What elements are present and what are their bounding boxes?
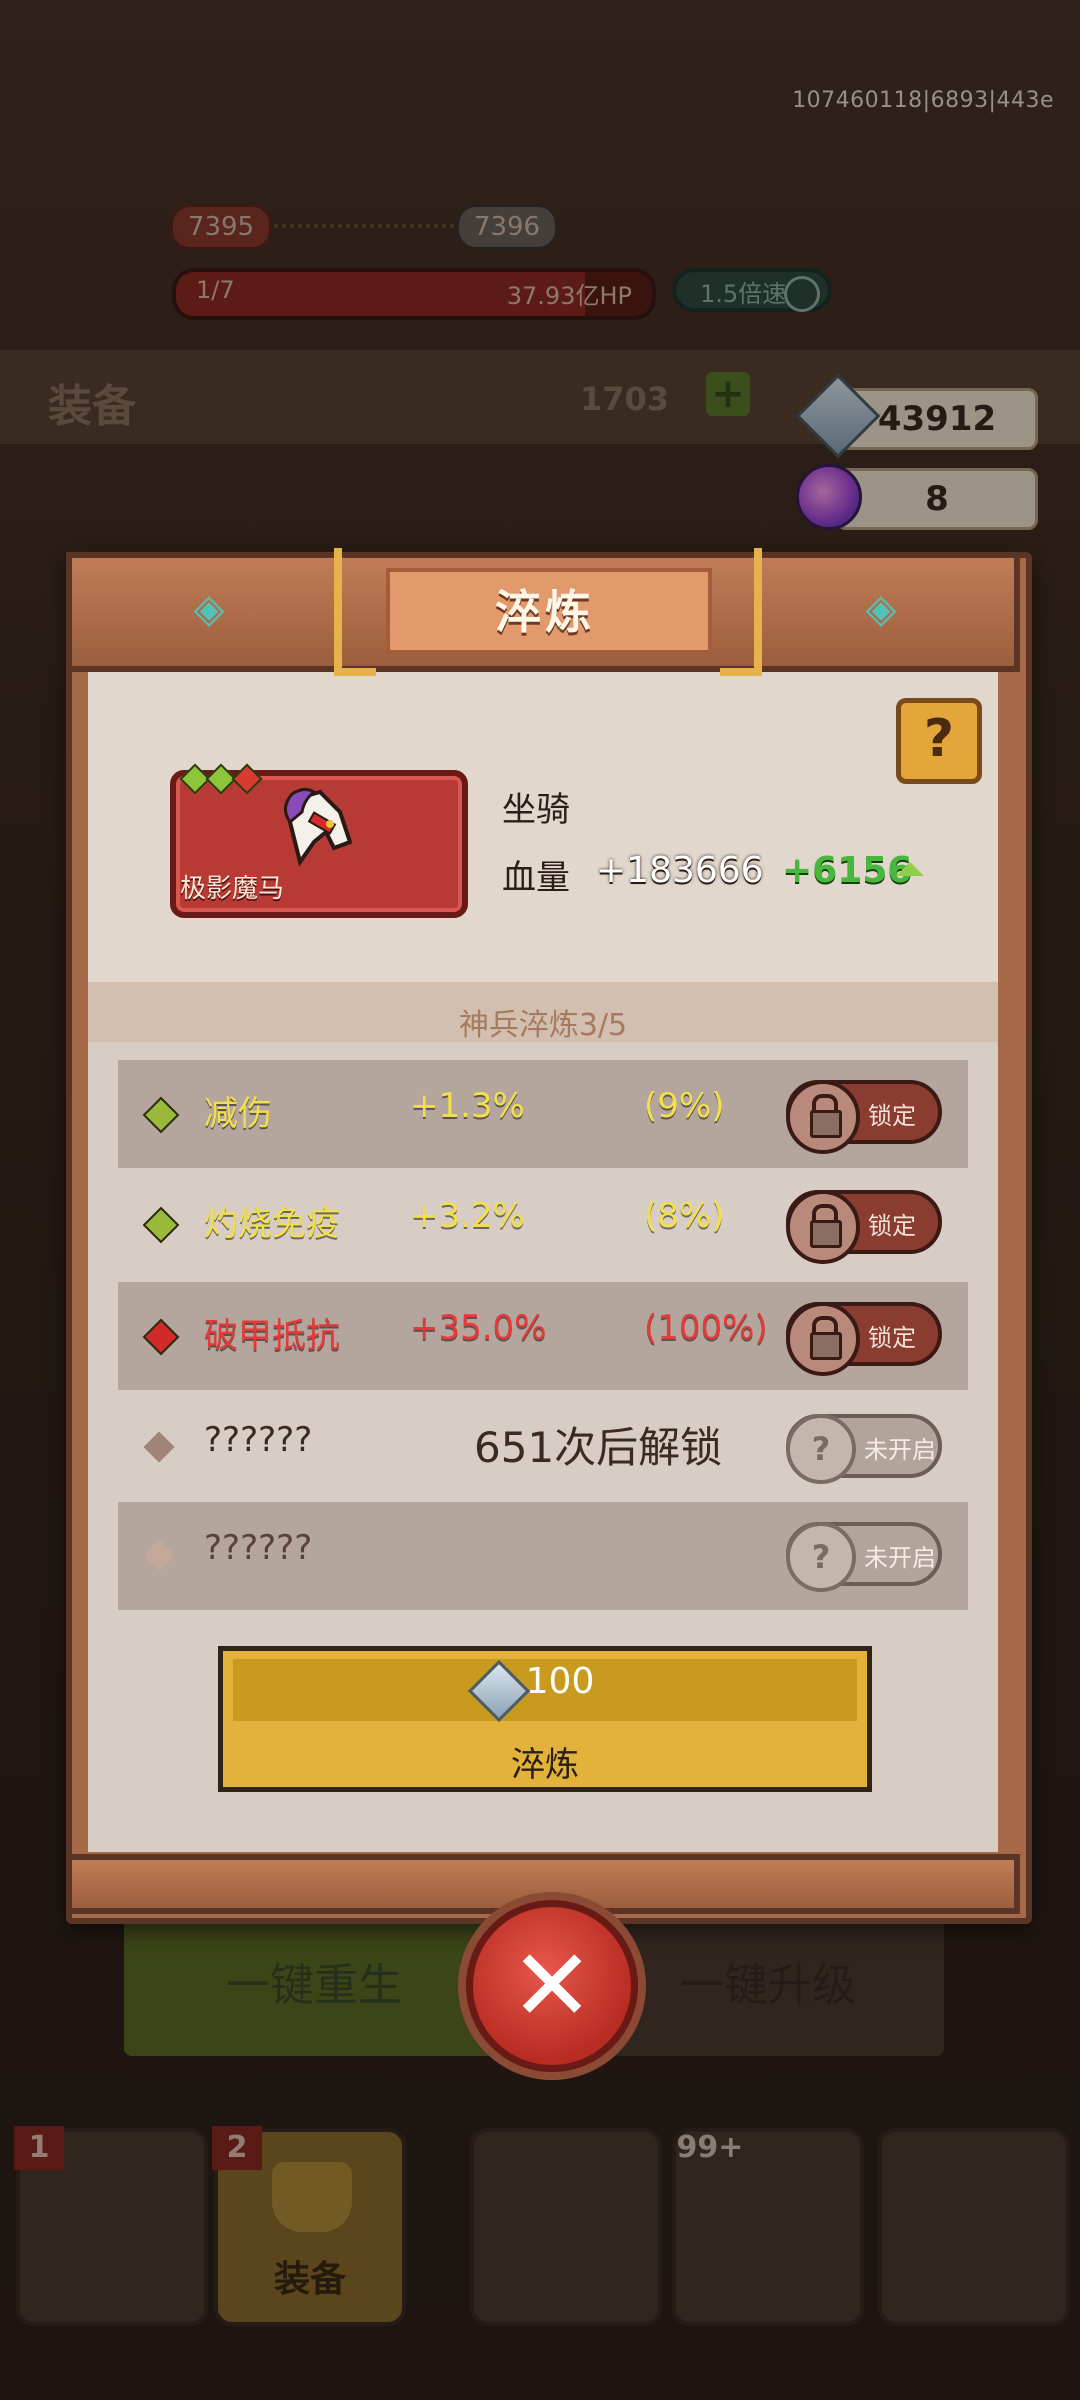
stat-value: +183666	[596, 850, 764, 891]
stat-label: 血量	[502, 858, 570, 898]
lock-label: 锁定	[868, 1324, 916, 1352]
close-button[interactable]: ✕	[466, 1900, 638, 2072]
affix-row: 减伤 +1.3% (9%) 锁定	[118, 1060, 968, 1168]
affix-name: ??????	[204, 1528, 313, 1568]
affix-name: 减伤	[204, 1094, 272, 1134]
affix-gem-icon	[142, 1096, 180, 1134]
star-icon	[231, 763, 263, 795]
refine-cost: 100	[525, 1661, 595, 1702]
affix-gem-icon	[143, 1539, 175, 1571]
affix-gem-icon	[142, 1206, 180, 1244]
item-type: 坐骑	[502, 790, 570, 830]
fish-icon-left: ◈	[193, 586, 225, 632]
not-open-button[interactable]: ? 未开启	[786, 1522, 942, 1592]
refine-progress: 神兵淬炼3/5	[458, 1008, 628, 1043]
lock-button[interactable]: 锁定	[786, 1190, 942, 1264]
affix-value: +3.2%	[410, 1196, 525, 1236]
lock-button[interactable]: 锁定	[786, 1302, 942, 1376]
affix-chance: (9%)	[644, 1086, 725, 1126]
fish-icon-right: ◈	[865, 586, 897, 632]
not-open-label: 未开启	[864, 1436, 936, 1464]
unlock-countdown: 651次后解锁	[474, 1423, 723, 1472]
item-name: 极影魔马	[180, 874, 285, 904]
title-bracket-right	[720, 548, 762, 676]
title-bracket-left	[334, 548, 376, 676]
affix-row: 破甲抵抗 +35.0% (100%) 锁定	[118, 1282, 968, 1390]
lock-label: 锁定	[868, 1102, 916, 1130]
horse-icon	[284, 787, 353, 867]
question-icon: ?	[786, 1522, 856, 1592]
affix-chance: (8%)	[644, 1196, 725, 1236]
lock-button[interactable]: 锁定	[786, 1080, 942, 1154]
lock-icon	[786, 1080, 860, 1154]
lock-label: 锁定	[868, 1212, 916, 1240]
stat-increase: +6156	[782, 850, 913, 891]
affix-value: +1.3%	[410, 1086, 525, 1126]
affix-gem-icon	[142, 1318, 180, 1356]
affix-name: ??????	[204, 1420, 313, 1460]
affix-gem-icon	[143, 1431, 175, 1463]
close-icon: ✕	[510, 1927, 594, 2044]
question-icon: ?	[786, 1414, 856, 1484]
affix-row: 灼烧免疫 +3.2% (8%) 锁定	[118, 1170, 968, 1278]
affix-name: 破甲抵抗	[204, 1316, 340, 1356]
affix-value: +35.0%	[410, 1308, 547, 1348]
item-stars	[179, 763, 263, 796]
modal-title: 淬炼	[495, 585, 595, 639]
affix-row-locked: ?????? 651次后解锁 ? 未开启	[118, 1394, 968, 1502]
affix-name: 灼烧免疫	[204, 1204, 340, 1244]
affix-row-locked: ?????? ? 未开启	[118, 1502, 968, 1610]
refine-button[interactable]: 100 淬炼	[218, 1646, 872, 1792]
lock-icon	[786, 1190, 860, 1264]
not-open-button[interactable]: ? 未开启	[786, 1414, 942, 1484]
affix-chance: (100%)	[644, 1308, 768, 1348]
refine-label: 淬炼	[511, 1745, 579, 1785]
not-open-label: 未开启	[864, 1544, 936, 1572]
help-button[interactable]: ?	[896, 698, 982, 784]
lock-icon	[786, 1302, 860, 1376]
up-arrow-icon	[896, 862, 924, 876]
